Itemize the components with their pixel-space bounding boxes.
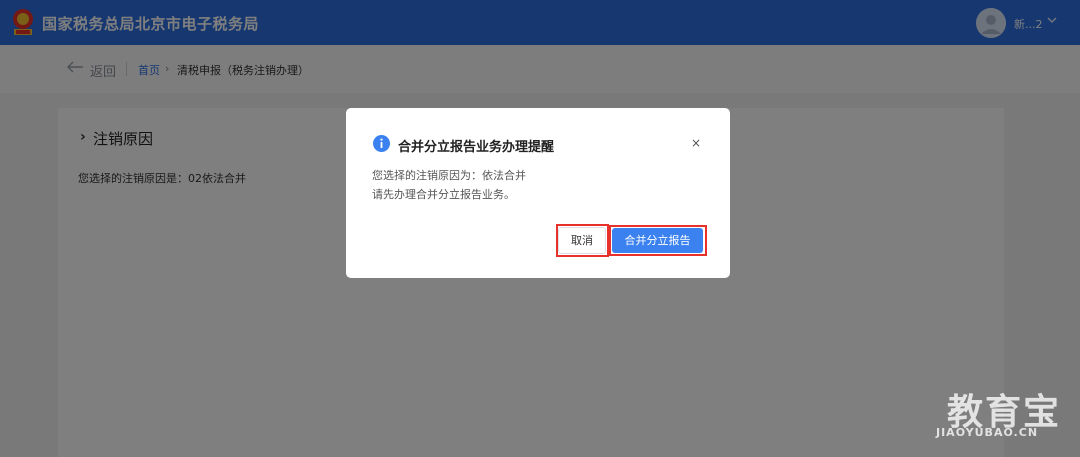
info-icon bbox=[373, 135, 390, 152]
dialog-title: 合并分立报告业务办理提醒 bbox=[398, 140, 555, 155]
merger-split-report-button[interactable]: 合并分立报告 bbox=[612, 228, 703, 253]
close-icon[interactable]: × bbox=[688, 136, 704, 150]
cancel-button[interactable]: 取消 bbox=[558, 227, 606, 254]
watermark-url: JIAOYUBAO.CN bbox=[936, 426, 1039, 439]
dialog-message-line2: 请先办理合并分立报告业务。 bbox=[372, 188, 515, 201]
dialog-message-line1: 您选择的注销原因为：依法合并 bbox=[372, 169, 526, 182]
